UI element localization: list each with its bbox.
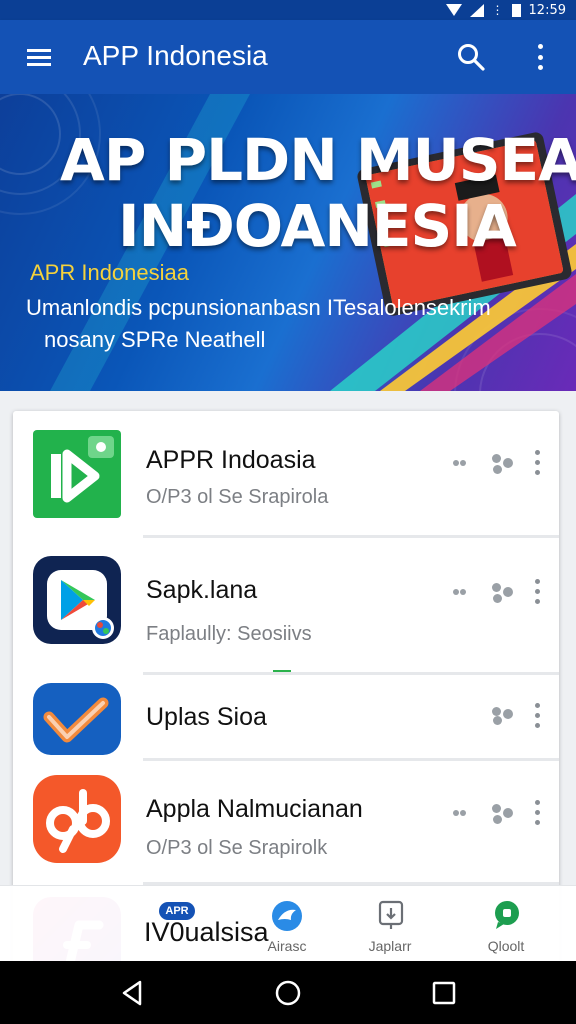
system-navigation-bar xyxy=(0,961,576,1024)
more-dots-icon xyxy=(490,705,516,727)
page-title: APP Indonesia xyxy=(83,40,268,71)
nav-label: Japlarr xyxy=(368,938,412,954)
status-separator: ⋮ xyxy=(491,3,504,17)
more-dots-icon xyxy=(490,802,516,824)
bottom-navigation: APR IV0ualsisa Airasc Japlarr Qloolt xyxy=(0,885,576,961)
rating-dots-icon xyxy=(453,810,467,816)
list-item[interactable]: Uplas Sioa xyxy=(13,675,559,761)
play-d-app-icon xyxy=(33,430,121,518)
hero-title-line1: AP PLDN MUSEA xyxy=(60,126,576,194)
hero-description-line2: nosany SPRe Neathell xyxy=(44,327,266,352)
app-name: Uplas Sioa xyxy=(146,703,267,731)
more-dots-icon xyxy=(490,452,516,474)
play-store-icon xyxy=(33,556,121,644)
app-name: Sapk.lana xyxy=(146,576,258,604)
check-arrow-app-icon xyxy=(33,683,121,755)
list-item[interactable]: Appla Nalmucianan O/P3 ol Se Srapirolk xyxy=(13,761,559,885)
rating-dots-icon xyxy=(453,589,467,595)
signal-icon xyxy=(469,3,484,17)
list-item[interactable]: Sapk.lana Faplaully: Seosiivs xyxy=(13,538,559,675)
recents-icon[interactable] xyxy=(430,979,458,1007)
search-icon[interactable] xyxy=(456,42,486,72)
menu-icon[interactable] xyxy=(27,49,51,66)
hero-description-line1: Umanlondis pcpunsionanbasn ITesalolensek… xyxy=(26,295,491,320)
nav-label: Qloolt xyxy=(487,938,525,954)
more-dots-icon xyxy=(490,581,516,603)
home-icon[interactable] xyxy=(274,979,302,1007)
hero-banner[interactable]: AP PLDN MUSEA INĐOANESIA APR Indonesiaa … xyxy=(0,94,576,391)
hero-title-line2: INĐOANESIA xyxy=(118,192,517,260)
item-menu-icon[interactable] xyxy=(534,703,542,729)
status-bar: ⋮ 12:59 xyxy=(0,0,576,20)
nav-qloolt[interactable]: Qloolt xyxy=(456,886,556,962)
more-options-icon[interactable] xyxy=(530,42,550,72)
wifi-icon xyxy=(445,4,462,16)
battery-icon xyxy=(511,3,521,17)
app-bar: APP Indonesia xyxy=(0,20,576,94)
bird-icon xyxy=(272,901,302,931)
list-item[interactable]: APPR Indoasia O/P3 ol Se Srapirola xyxy=(13,411,559,538)
item-menu-icon[interactable] xyxy=(534,450,542,476)
download-icon xyxy=(378,900,404,929)
chat-icon xyxy=(495,901,519,929)
nav-japlarr[interactable]: Japlarr xyxy=(340,886,440,962)
hero-subtitle: APR Indonesiaa xyxy=(30,260,189,285)
item-menu-icon[interactable] xyxy=(534,800,542,826)
app-name: APPR Indoasia xyxy=(146,446,316,474)
app-subtitle: O/P3 ol Se Srapirola xyxy=(146,486,329,508)
app-subtitle: Faplaully: Seosiivs xyxy=(146,623,312,645)
ob-app-icon xyxy=(33,775,121,863)
item-menu-icon[interactable] xyxy=(534,579,542,605)
app-name: Appla Nalmucianan xyxy=(146,795,363,823)
nav-label: Airasc xyxy=(267,938,307,954)
app-subtitle: O/P3 ol Se Srapirolk xyxy=(146,837,328,859)
status-time: 12:59 xyxy=(528,2,566,18)
nav-airasc[interactable]: Airasc xyxy=(237,886,337,962)
back-icon[interactable] xyxy=(118,979,146,1007)
rating-dots-icon xyxy=(453,460,467,466)
